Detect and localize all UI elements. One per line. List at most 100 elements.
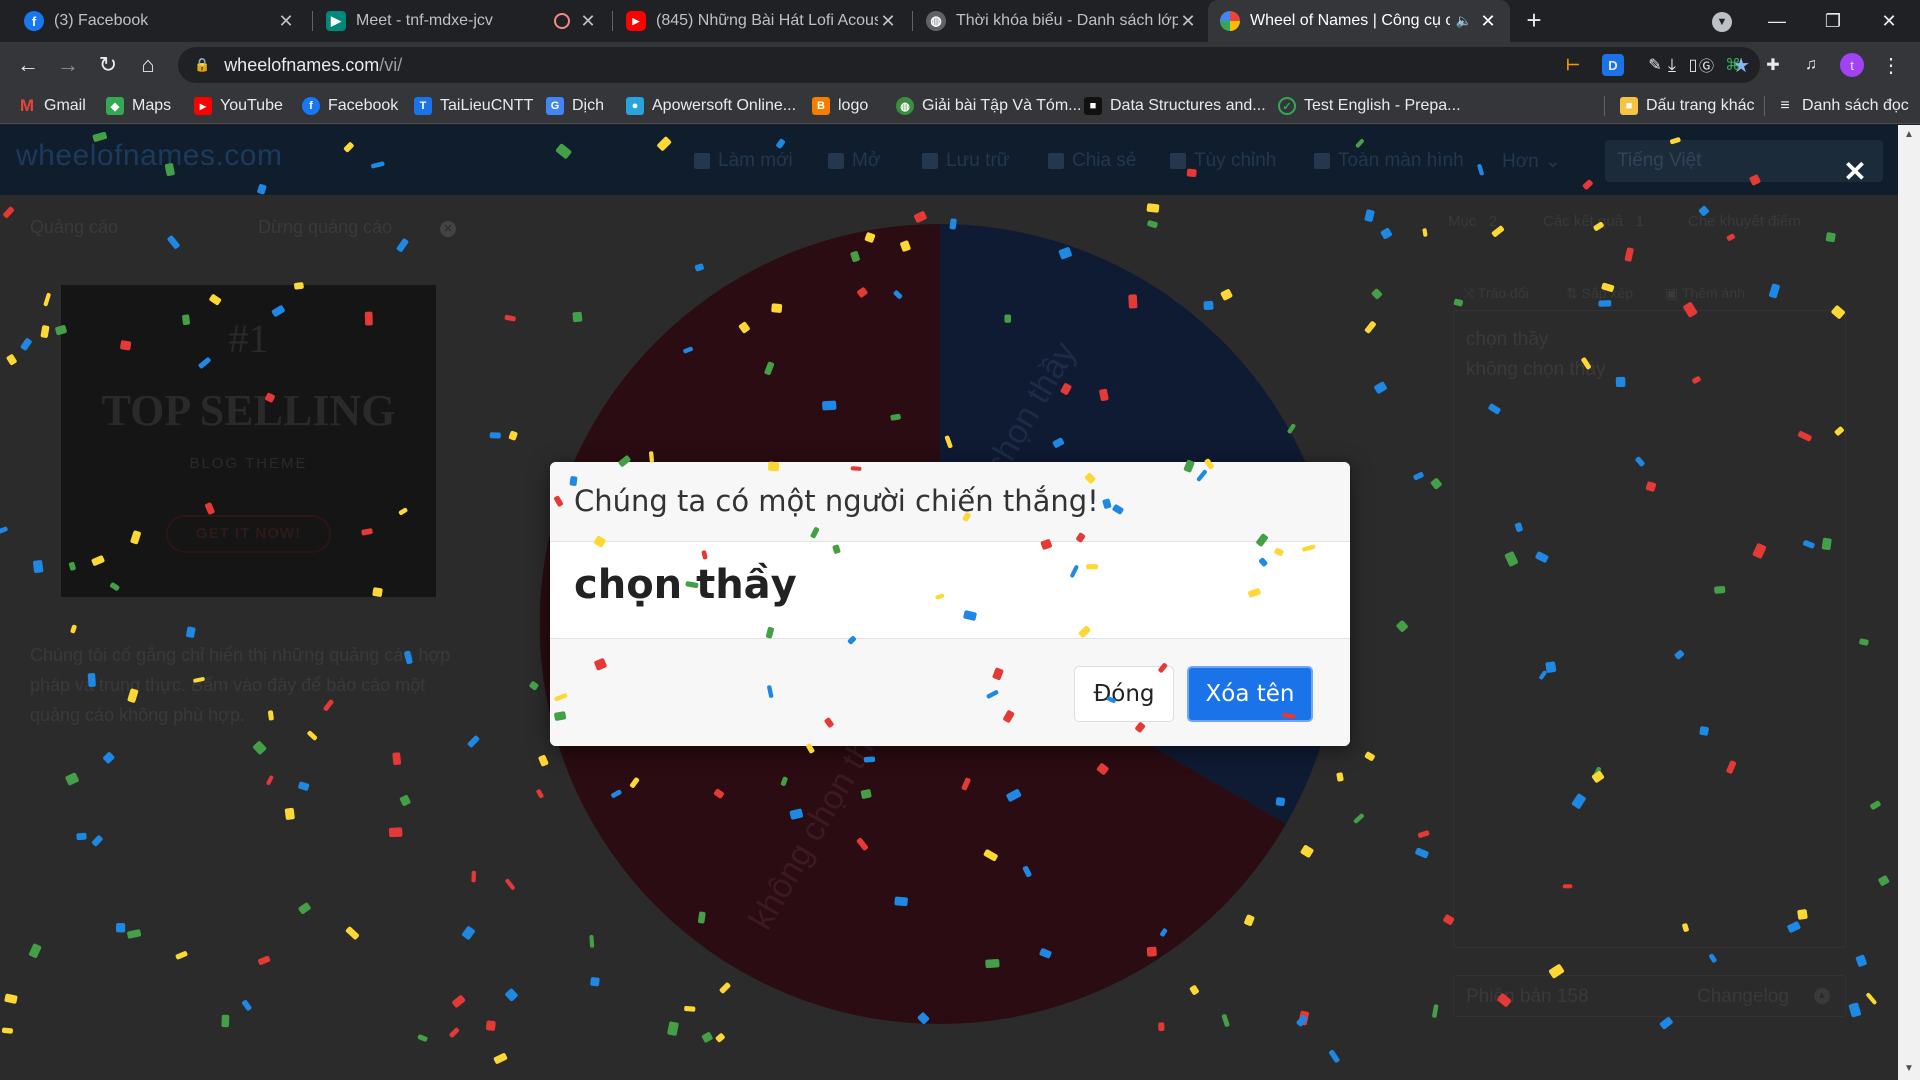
close-icon[interactable]: ✕ (1478, 11, 1498, 32)
bookmark-label: Danh sách đọc (1802, 97, 1909, 114)
extension-d-icon[interactable]: D (1602, 54, 1624, 76)
bookmark-label: TaiLieuCNTT (440, 97, 534, 114)
winner-dialog: Chúng ta có một người chiến thắng! chọn … (550, 462, 1350, 746)
tab-wheel-of-names[interactable]: Wheel of Names | Công cụ c 🔈 ✕ (1208, 0, 1510, 42)
document-icon: ■ (1084, 97, 1102, 115)
facebook-icon: f (302, 97, 320, 115)
extension-phone-icon[interactable]: ▯ (1682, 54, 1704, 76)
dialog-title: Chúng ta có một người chiến thắng! (550, 462, 1350, 542)
close-icon[interactable]: ✕ (578, 11, 598, 32)
bookmark-logo[interactable]: Blogo (812, 95, 868, 117)
install-icon[interactable]: ⤓ (1668, 55, 1676, 76)
check-icon: ✓ (1278, 97, 1296, 115)
close-icon[interactable]: ✕ (1178, 11, 1198, 32)
avatar[interactable]: t (1840, 53, 1864, 77)
scroll-up-arrow[interactable]: ▲ (1904, 129, 1914, 140)
minimize-button[interactable]: — (1754, 6, 1800, 36)
tab-label: Wheel of Names | Công cụ c (1250, 12, 1450, 29)
url-path: /vi/ (379, 54, 403, 75)
folder-icon: ■ (1620, 97, 1638, 115)
reading-list-icon: ≡ (1780, 97, 1790, 114)
bookmark-youtube[interactable]: ▶ YouTube (194, 95, 283, 117)
tab-separator (912, 11, 913, 31)
google-translate-icon: G (546, 97, 564, 115)
bookmarks-divider (1764, 96, 1765, 116)
tab-meet[interactable]: ▶ Meet - tnf-mdxe-jcv ✕ (314, 0, 610, 42)
tab-label: (845) Những Bài Hát Lofi Acousti (656, 12, 878, 29)
extension-pen-icon[interactable]: ✎ (1644, 54, 1666, 76)
speaker-icon[interactable]: 🔈 (1456, 13, 1472, 29)
page-scrollbar[interactable]: ▲ ▼ (1898, 125, 1920, 1080)
new-tab-button[interactable]: + (1520, 7, 1548, 35)
remove-name-button[interactable]: Xóa tên (1187, 666, 1313, 722)
wheel-of-names-icon (1220, 11, 1240, 31)
bookmark-label: Data Structures and... (1110, 97, 1266, 114)
bookmark-other-folder[interactable]: ■ Dấu trang khác (1620, 95, 1755, 117)
url-host: wheelofnames.com (224, 54, 380, 75)
bookmark-label: Facebook (328, 97, 399, 114)
menu-icon[interactable]: ⋮ (1880, 54, 1902, 77)
lock-icon: 🔒 (194, 57, 211, 72)
tab-timetable[interactable]: ◍ Thời khóa biểu - Danh sách lớp h ✕ (914, 0, 1210, 42)
tab-separator (612, 11, 613, 31)
tab-label: (3) Facebook (54, 12, 149, 29)
recording-icon (554, 13, 570, 29)
bookmark-label: Maps (132, 97, 172, 114)
tab-label: Thời khóa biểu - Danh sách lớp h (956, 12, 1178, 29)
bookmark-facebook[interactable]: f Facebook (302, 95, 398, 117)
close-button[interactable]: Đóng (1074, 666, 1174, 722)
bookmark-label: Dấu trang khác (1646, 97, 1755, 114)
tailieucntt-icon: T (414, 97, 432, 115)
close-icon[interactable]: ✕ (276, 11, 296, 32)
maps-icon: ◆ (106, 97, 124, 115)
forward-button[interactable]: → (54, 51, 82, 79)
close-icon[interactable]: ✕ (878, 11, 898, 32)
bookmark-dich[interactable]: G Dịch (546, 95, 604, 117)
extension-orange-icon[interactable]: ⊢ (1562, 54, 1584, 76)
globe-icon: ◍ (926, 11, 946, 31)
bookmark-giai-bai-tap[interactable]: ◍ Giải bài Tập Và Tóm... (896, 95, 1081, 117)
bookmark-label: logo (838, 97, 869, 114)
window-close-button[interactable]: ✕ (1866, 6, 1912, 36)
maximize-button[interactable]: ❐ (1810, 6, 1856, 36)
dialog-footer: Đóng Xóa tên (550, 639, 1350, 746)
bookmarks-divider (1604, 96, 1605, 116)
media-control-icon[interactable]: ♫ (1800, 54, 1822, 76)
reload-button[interactable]: ↻ (94, 51, 122, 79)
reading-list-button[interactable]: ≡ Danh sách đọc (1776, 95, 1909, 117)
bookmark-label: Giải bài Tập Và Tóm... (922, 97, 1082, 114)
blogger-icon: B (812, 97, 830, 115)
tab-label: Meet - tnf-mdxe-jcv (356, 12, 493, 29)
winner-name: chọn thầy (550, 542, 1350, 639)
bookmark-maps[interactable]: ◆ Maps (106, 95, 171, 117)
address-bar[interactable]: 🔒 wheelofnames.com/vi/ ⤓ Ⓖ ★ (178, 47, 1760, 83)
close-icon[interactable]: ✕ (1843, 158, 1867, 186)
bookmark-gmail[interactable]: M Gmail (18, 95, 86, 117)
apowersoft-icon: ● (626, 97, 644, 115)
tab-strip: f (3) Facebook ✕ ▶ Meet - tnf-mdxe-jcv ✕… (0, 0, 1920, 42)
gmail-icon: M (19, 96, 35, 115)
bookmark-label: Gmail (44, 97, 86, 114)
tab-facebook[interactable]: f (3) Facebook ✕ (12, 0, 308, 42)
extension-green-icon[interactable]: ⌘ (1722, 54, 1744, 76)
tab-separator (312, 11, 313, 31)
globe-icon: ◍ (896, 97, 914, 115)
facebook-icon: f (24, 11, 44, 31)
bookmarks-bar: M Gmail ◆ Maps ▶ YouTube f Facebook T TaiLieu… (0, 88, 1920, 124)
extensions-icon[interactable]: ✚ (1762, 54, 1784, 76)
back-button[interactable]: ← (14, 51, 42, 79)
scroll-down-arrow[interactable]: ▼ (1904, 1063, 1914, 1074)
bookmark-apowersoft[interactable]: ● Apowersoft Online... (626, 95, 796, 117)
bookmark-label: Apowersoft Online... (652, 97, 797, 114)
bookmark-tailieucntt[interactable]: T TaiLieuCNTT (414, 95, 533, 117)
youtube-icon: ▶ (194, 97, 212, 115)
bookmark-label: Dịch (572, 97, 605, 114)
bookmark-data-structures[interactable]: ■ Data Structures and... (1084, 95, 1266, 117)
tab-search-button[interactable]: ▼ (1712, 12, 1732, 32)
bookmark-label: Test English - Prepa... (1304, 97, 1461, 114)
tab-youtube[interactable]: ▶ (845) Những Bài Hát Lofi Acousti ✕ (614, 0, 910, 42)
browser-toolbar: ← → ↻ ⌂ 🔒 wheelofnames.com/vi/ ⤓ Ⓖ ★ ⊢ D… (0, 42, 1920, 88)
home-button[interactable]: ⌂ (134, 51, 162, 79)
bookmark-test-english[interactable]: ✓ Test English - Prepa... (1278, 95, 1461, 117)
bookmark-label: YouTube (220, 97, 283, 114)
